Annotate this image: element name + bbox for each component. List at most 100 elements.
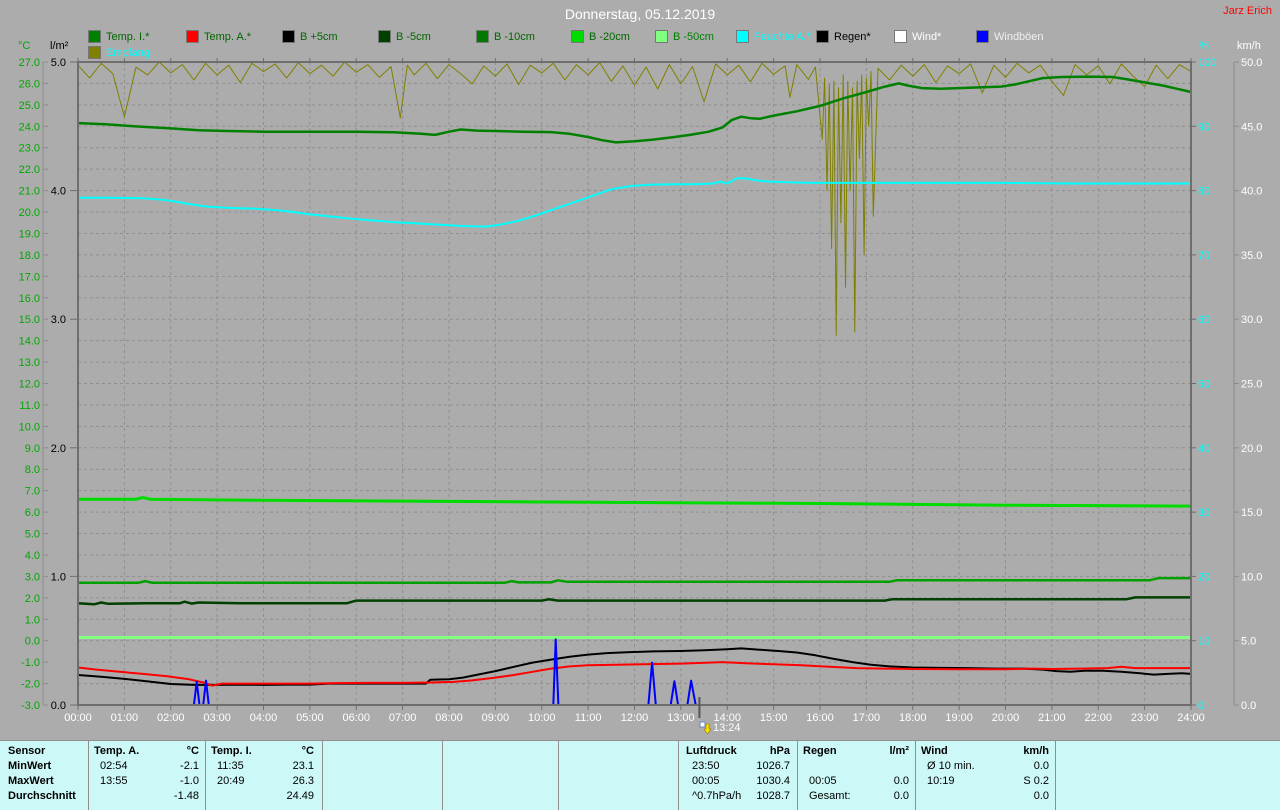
app-window: Donnerstag, 05.12.2019 Jarz Erich Temp. … <box>0 0 1280 810</box>
svg-text:40.0: 40.0 <box>1241 186 1262 198</box>
table-separator <box>797 741 798 810</box>
svg-text:0.0: 0.0 <box>25 636 40 648</box>
cell-value: 1028.7 <box>756 790 790 802</box>
svg-text:100: 100 <box>1198 57 1216 69</box>
row-label-minwert: MinWert <box>8 760 52 772</box>
stats-cell: 0.0 <box>921 790 1049 803</box>
svg-text:13:00: 13:00 <box>667 712 695 724</box>
svg-text:0: 0 <box>1198 700 1204 712</box>
stats-row-labels: Sensor MinWert MaxWert Durchschnitt <box>8 741 86 810</box>
svg-text:22.0: 22.0 <box>19 164 40 176</box>
cell-time: 20:49 <box>217 775 245 787</box>
sunset-time: 13:24 <box>713 722 741 734</box>
table-separator <box>1055 741 1056 810</box>
table-separator <box>558 741 559 810</box>
cell-value: 0.0 <box>893 790 909 802</box>
svg-text:01:00: 01:00 <box>111 712 139 724</box>
svg-text:1.0: 1.0 <box>51 571 66 583</box>
svg-text:20: 20 <box>1198 571 1210 583</box>
svg-text:13.0: 13.0 <box>19 357 40 369</box>
svg-text:09:00: 09:00 <box>482 712 510 724</box>
series-windb-en <box>78 638 1191 706</box>
svg-text:08:00: 08:00 <box>435 712 463 724</box>
cell-value: 23.1 <box>292 760 314 772</box>
svg-text:50: 50 <box>1198 379 1210 391</box>
svg-text:14.0: 14.0 <box>19 336 40 348</box>
stats-col-temp-a: Temp. A. °C 02:54 -2.1 13:55 -1.0 -1.48 <box>94 741 199 810</box>
table-separator <box>442 741 443 810</box>
svg-text:06:00: 06:00 <box>342 712 370 724</box>
svg-text:19.0: 19.0 <box>19 228 40 240</box>
cell-time: Gesamt: <box>809 790 851 802</box>
stats-cell: 13:55 -1.0 <box>94 775 199 788</box>
cell-value: -1.0 <box>180 775 199 787</box>
svg-text:27.0: 27.0 <box>19 57 40 69</box>
col-unit: hPa <box>769 745 790 757</box>
col-name: Regen <box>803 745 837 757</box>
cell-value: 0.0 <box>1033 760 1049 772</box>
cell-value: -2.1 <box>180 760 199 772</box>
svg-text:04:00: 04:00 <box>250 712 278 724</box>
cell-time: ^0.7hPa/h <box>692 790 742 802</box>
svg-text:03:00: 03:00 <box>203 712 231 724</box>
series-b-5cm <box>77 647 1192 686</box>
svg-text:07:00: 07:00 <box>389 712 417 724</box>
stats-cell: 00:05 1030.4 <box>686 775 790 788</box>
stats-cell: 23:50 1026.7 <box>686 760 790 773</box>
svg-text:9.0: 9.0 <box>25 443 40 455</box>
svg-text:45.0: 45.0 <box>1241 121 1262 133</box>
cell-time: 23:50 <box>692 760 720 772</box>
cell-time: 13:55 <box>100 775 128 787</box>
cell-value: 0.0 <box>1033 790 1049 802</box>
svg-text:3.0: 3.0 <box>25 571 40 583</box>
svg-text:25.0: 25.0 <box>1241 379 1262 391</box>
cell-value: 26.3 <box>292 775 314 787</box>
time-axis: 00:00 01:00 02:00 03:00 04:00 05:00 06:00 07:00… <box>64 58 1205 724</box>
svg-text:16:00: 16:00 <box>806 712 834 724</box>
stats-col-luftdruck: Luftdruck hPa 23:50 1026.7 00:05 1030.4 ^0.7hP… <box>686 741 790 810</box>
row-label-maxwert: MaxWert <box>8 775 54 787</box>
svg-text:11.0: 11.0 <box>19 400 40 412</box>
svg-text:23:00: 23:00 <box>1131 712 1159 724</box>
svg-text:05:00: 05:00 <box>296 712 324 724</box>
svg-text:18.0: 18.0 <box>19 250 40 262</box>
svg-text:60: 60 <box>1198 314 1210 326</box>
humidity-axis: 0 10 20 30 40 50 60 70 80 90 100 <box>1191 57 1216 712</box>
wind-axis: 0.0 5.0 10.0 15.0 20.0 25.0 30.0 35.0 40.0 45.0 50… <box>1233 57 1262 712</box>
svg-text:4.0: 4.0 <box>51 186 66 198</box>
stats-col-wind: Wind km/h Ø 10 min. 0.0 10:19 S 0.2 0.0 <box>921 741 1049 810</box>
stats-col-temp-i: Temp. I. °C 11:35 23.1 20:49 26.3 24.49 <box>211 741 314 810</box>
svg-text:0.0: 0.0 <box>1241 700 1256 712</box>
svg-text:5.0: 5.0 <box>51 57 66 69</box>
svg-text:22:00: 22:00 <box>1084 712 1112 724</box>
rain-axis: 0.0 1.0 2.0 3.0 4.0 5.0 <box>51 57 77 712</box>
svg-text:40: 40 <box>1198 443 1210 455</box>
svg-text:1.0: 1.0 <box>25 614 40 626</box>
stats-cell: 11:35 23.1 <box>211 760 314 773</box>
table-separator <box>915 741 916 810</box>
cell-value: 24.49 <box>286 790 314 802</box>
temp-axis: -3.0 -2.0 -1.0 0.0 1.0 2.0 3.0 4.0 5.0 6.0 7.0 8.0 9… <box>19 57 48 712</box>
svg-text:12:00: 12:00 <box>621 712 649 724</box>
svg-text:11:00: 11:00 <box>575 712 602 724</box>
svg-text:2.0: 2.0 <box>25 593 40 605</box>
svg-text:-2.0: -2.0 <box>21 679 40 691</box>
svg-text:2.0: 2.0 <box>51 443 66 455</box>
series-empfang <box>77 61 1192 336</box>
svg-text:5.0: 5.0 <box>1241 636 1256 648</box>
cell-value: 1026.7 <box>756 760 790 772</box>
svg-text:8.0: 8.0 <box>25 464 40 476</box>
svg-text:23.0: 23.0 <box>19 143 40 155</box>
svg-text:15:00: 15:00 <box>760 712 788 724</box>
stats-cell: 10:19 S 0.2 <box>921 775 1049 788</box>
cell-value: -1.48 <box>173 790 199 802</box>
svg-text:-1.0: -1.0 <box>21 657 40 669</box>
svg-text:0.0: 0.0 <box>51 700 66 712</box>
svg-text:18:00: 18:00 <box>899 712 927 724</box>
svg-text:10: 10 <box>1198 636 1210 648</box>
col-name: Luftdruck <box>686 745 737 757</box>
series-b-20cm <box>78 496 1192 508</box>
svg-text:10.0: 10.0 <box>1241 571 1262 583</box>
sunset-marker: 13:24 <box>699 721 741 735</box>
svg-text:12.0: 12.0 <box>19 379 40 391</box>
